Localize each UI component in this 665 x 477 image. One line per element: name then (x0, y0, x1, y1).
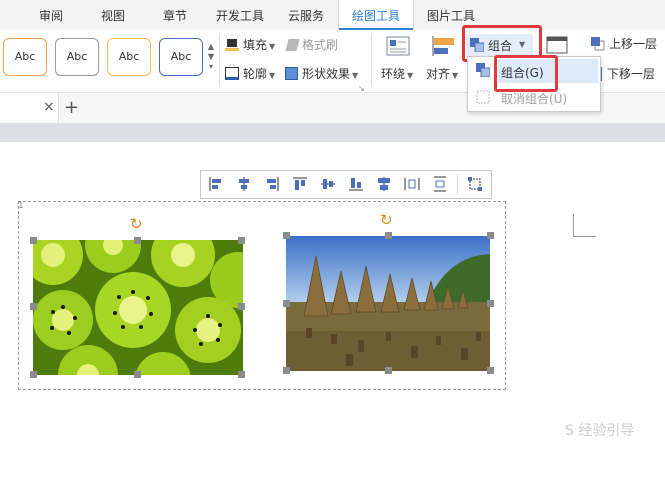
align-left-icon[interactable] (208, 176, 224, 192)
close-icon[interactable]: × (43, 99, 55, 115)
dialog-launcher-icon[interactable]: ↘ (358, 84, 365, 93)
brush-icon (285, 39, 300, 51)
resize-handle[interactable] (134, 371, 141, 378)
chevron-down-icon: ▼ (407, 71, 414, 80)
tab-review[interactable]: 审阅 (20, 0, 82, 30)
tab-view[interactable]: 视图 (82, 0, 144, 30)
tab-drawing-tools[interactable]: 绘图工具 (338, 0, 414, 31)
resize-handle[interactable] (238, 303, 245, 310)
ribbon-tab-bar: 审阅 视图 章节 开发工具 云服务 绘图工具 图片工具 (0, 0, 665, 31)
toolbar-divider (457, 175, 458, 194)
page-corner-mark (573, 214, 596, 237)
fill-bucket-icon (225, 38, 239, 51)
bring-forward-label: 上移一层 (609, 37, 658, 51)
rotate-handle-icon[interactable]: ↻ (380, 211, 393, 229)
outline-button[interactable]: 轮廓 ▼ (225, 65, 275, 82)
rotate-handle-icon[interactable]: ↻ (130, 215, 143, 233)
group-icon (476, 63, 491, 78)
style-gallery-scroll[interactable]: ▲ ▼ ▾ (206, 42, 216, 72)
chevron-down-icon: ▼ (452, 71, 459, 80)
ribbon-divider (371, 34, 372, 86)
watermark: S 经验引导 (565, 423, 635, 439)
resize-handle[interactable] (238, 237, 245, 244)
resize-handle[interactable] (487, 367, 494, 374)
outline-label: 轮廓 (243, 67, 268, 81)
resize-handle[interactable] (385, 232, 392, 239)
resize-handle[interactable] (487, 232, 494, 239)
align-button[interactable]: 对齐 ▼ (426, 65, 458, 82)
chevron-down-icon: ▼ (269, 42, 276, 51)
send-backward-label: 下移一层 (607, 67, 656, 81)
shape-effect-button[interactable]: 形状效果 ▼ (285, 65, 358, 82)
menu-item-ungroup[interactable]: 取消组合(U) (501, 90, 567, 107)
align-bottom-icon[interactable] (348, 176, 364, 192)
wrap-text-icon (386, 36, 410, 56)
format-painter-label: 格式刷 (302, 38, 339, 52)
resize-handle[interactable] (134, 237, 141, 244)
shape-style-sample-2[interactable]: Abc (55, 38, 99, 76)
align-label: 对齐 (426, 67, 451, 81)
format-painter-button[interactable]: 格式刷 (285, 36, 339, 53)
highlight-group-menu-item (494, 55, 558, 92)
tab-developer[interactable]: 开发工具 (206, 0, 274, 30)
haystack-field-picture (286, 236, 490, 371)
kiwi-image[interactable] (33, 240, 243, 375)
ungroup-icon (476, 90, 490, 104)
align-right-icon[interactable] (264, 176, 280, 192)
align-top-icon[interactable] (292, 176, 308, 192)
resize-handle[interactable] (238, 371, 245, 378)
resize-handle[interactable] (30, 237, 37, 244)
align-center-icon[interactable] (236, 176, 252, 192)
field-haystack-image[interactable] (286, 236, 490, 371)
bring-forward-icon (591, 37, 605, 51)
resize-handle[interactable] (385, 367, 392, 374)
wrap-label: 环绕 (381, 67, 406, 81)
shape-style-sample-4[interactable]: Abc (159, 38, 203, 76)
shape-effect-label: 形状效果 (302, 67, 351, 81)
resize-handle[interactable] (30, 303, 37, 310)
shape-style-sample-1[interactable]: Abc (3, 38, 47, 76)
send-backward-button[interactable]: 下移一层 (596, 65, 655, 82)
resize-handle[interactable] (30, 371, 37, 378)
tab-cloud-service[interactable]: 云服务 (274, 0, 338, 30)
outline-pen-icon (225, 67, 239, 80)
align-icon (432, 36, 456, 56)
align-middle-icon[interactable] (320, 176, 336, 192)
distribute-center-icon[interactable] (376, 176, 392, 192)
tab-section[interactable]: 章节 (144, 0, 206, 30)
resize-handle[interactable] (283, 232, 290, 239)
resize-handle[interactable] (283, 367, 290, 374)
resize-handle[interactable] (487, 300, 494, 307)
fill-label: 填充 (243, 38, 268, 52)
distribute-vertical-icon[interactable] (432, 176, 448, 192)
bring-forward-button[interactable]: 上移一层 (591, 35, 657, 52)
shape-style-sample-3[interactable]: Abc (107, 38, 151, 76)
kiwi-slices-picture (33, 240, 243, 375)
resize-handle[interactable] (283, 300, 290, 307)
cube-icon (285, 67, 298, 80)
crop-select-icon[interactable] (467, 176, 483, 192)
new-tab-icon[interactable]: + (64, 97, 79, 118)
alignment-floating-toolbar (200, 170, 492, 199)
chevron-down-icon: ▼ (269, 71, 276, 80)
distribute-horizontal-icon[interactable] (404, 176, 420, 192)
ribbon-divider (219, 34, 220, 86)
chevron-down-icon: ▼ (352, 71, 359, 80)
workspace-background (0, 123, 665, 142)
selection-pane-icon[interactable] (546, 36, 568, 54)
wrap-button[interactable]: 环绕 ▼ (381, 65, 413, 82)
fill-button[interactable]: 填充 ▼ (225, 36, 275, 53)
